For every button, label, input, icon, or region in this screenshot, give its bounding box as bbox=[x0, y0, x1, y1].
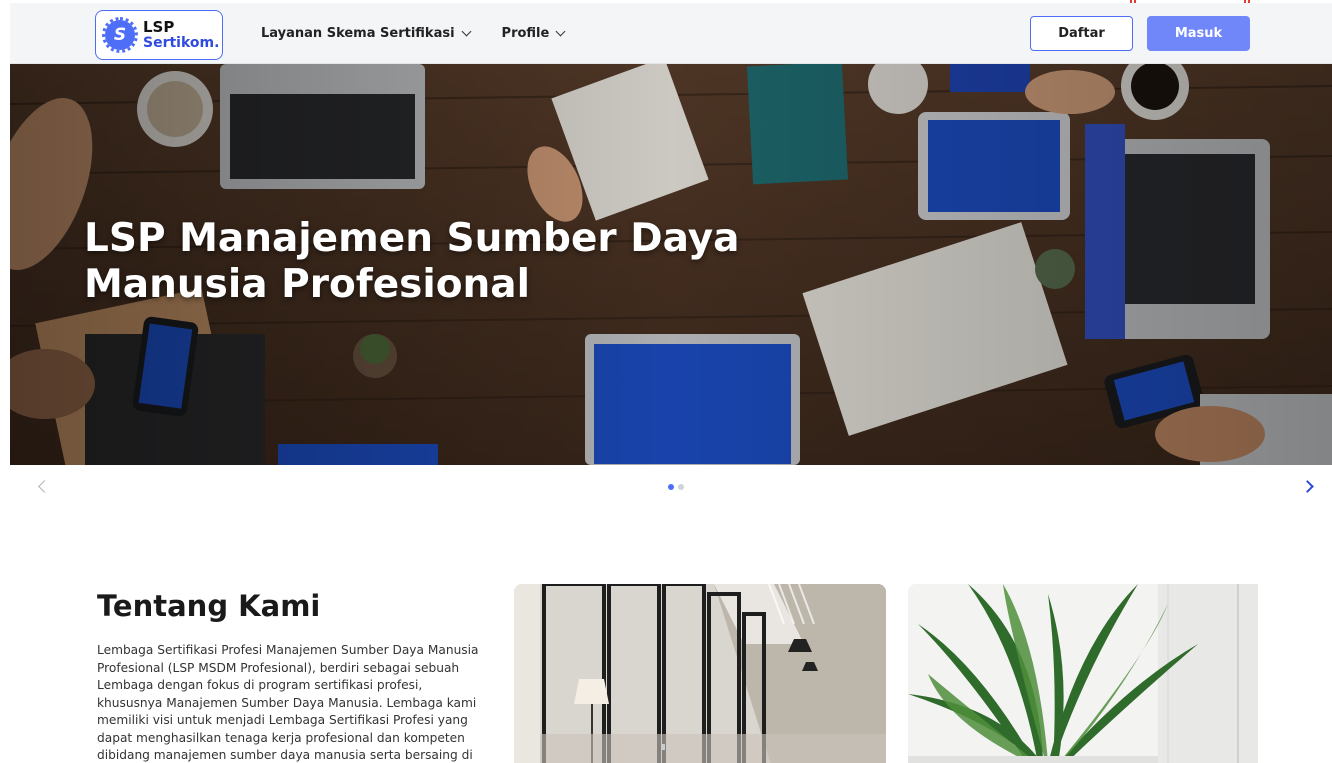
office-corridor-image bbox=[514, 584, 886, 763]
logo-line-1: LSP bbox=[143, 18, 175, 36]
register-button[interactable]: Daftar bbox=[1030, 16, 1133, 51]
logo-mark-icon: S bbox=[102, 17, 138, 53]
about-description: Lembaga Sertifikasi Profesi Manajemen Su… bbox=[97, 643, 479, 762]
nav-layanan-skema[interactable]: Layanan Skema Sertifikasi bbox=[261, 26, 471, 41]
logo-mark-letter: S bbox=[113, 25, 127, 45]
hero-title-line-1: LSP Manajemen Sumber Daya bbox=[84, 216, 740, 261]
hero-banner: LSP Manajemen Sumber Daya Manusia Profes… bbox=[10, 64, 1332, 465]
logo-line-2: Sertikom. bbox=[143, 35, 220, 51]
main-nav: Layanan Skema Sertifikasi Profile bbox=[261, 3, 566, 64]
nav-profile-label: Profile bbox=[501, 26, 550, 41]
site-header: S LSP Sertikom. Layanan Skema Sertifikas… bbox=[10, 3, 1332, 64]
carousel-dot-2[interactable] bbox=[678, 484, 684, 490]
nav-profile[interactable]: Profile bbox=[501, 26, 566, 41]
carousel-dots bbox=[668, 484, 684, 490]
login-button[interactable]: Masuk bbox=[1147, 16, 1250, 51]
chevron-right-icon[interactable] bbox=[1301, 480, 1314, 493]
chevron-left-icon[interactable] bbox=[38, 480, 51, 493]
hero-title-line-2: Manusia Profesional bbox=[84, 262, 530, 308]
chevron-down-icon bbox=[461, 26, 471, 37]
about-title: Tentang Kami bbox=[97, 589, 321, 623]
office-plant-illustration bbox=[908, 584, 1258, 763]
chevron-down-icon bbox=[555, 26, 566, 37]
site-logo[interactable]: S LSP Sertikom. bbox=[95, 10, 223, 60]
nav-layanan-skema-label: Layanan Skema Sertifikasi bbox=[261, 26, 455, 41]
office-plant-image bbox=[908, 584, 1258, 763]
hero-title: LSP Manajemen Sumber Daya Manusia Profes… bbox=[84, 216, 739, 308]
office-corridor-illustration bbox=[514, 584, 886, 763]
carousel-dot-1[interactable] bbox=[668, 484, 674, 490]
logo-text: LSP Sertikom. bbox=[143, 18, 220, 51]
